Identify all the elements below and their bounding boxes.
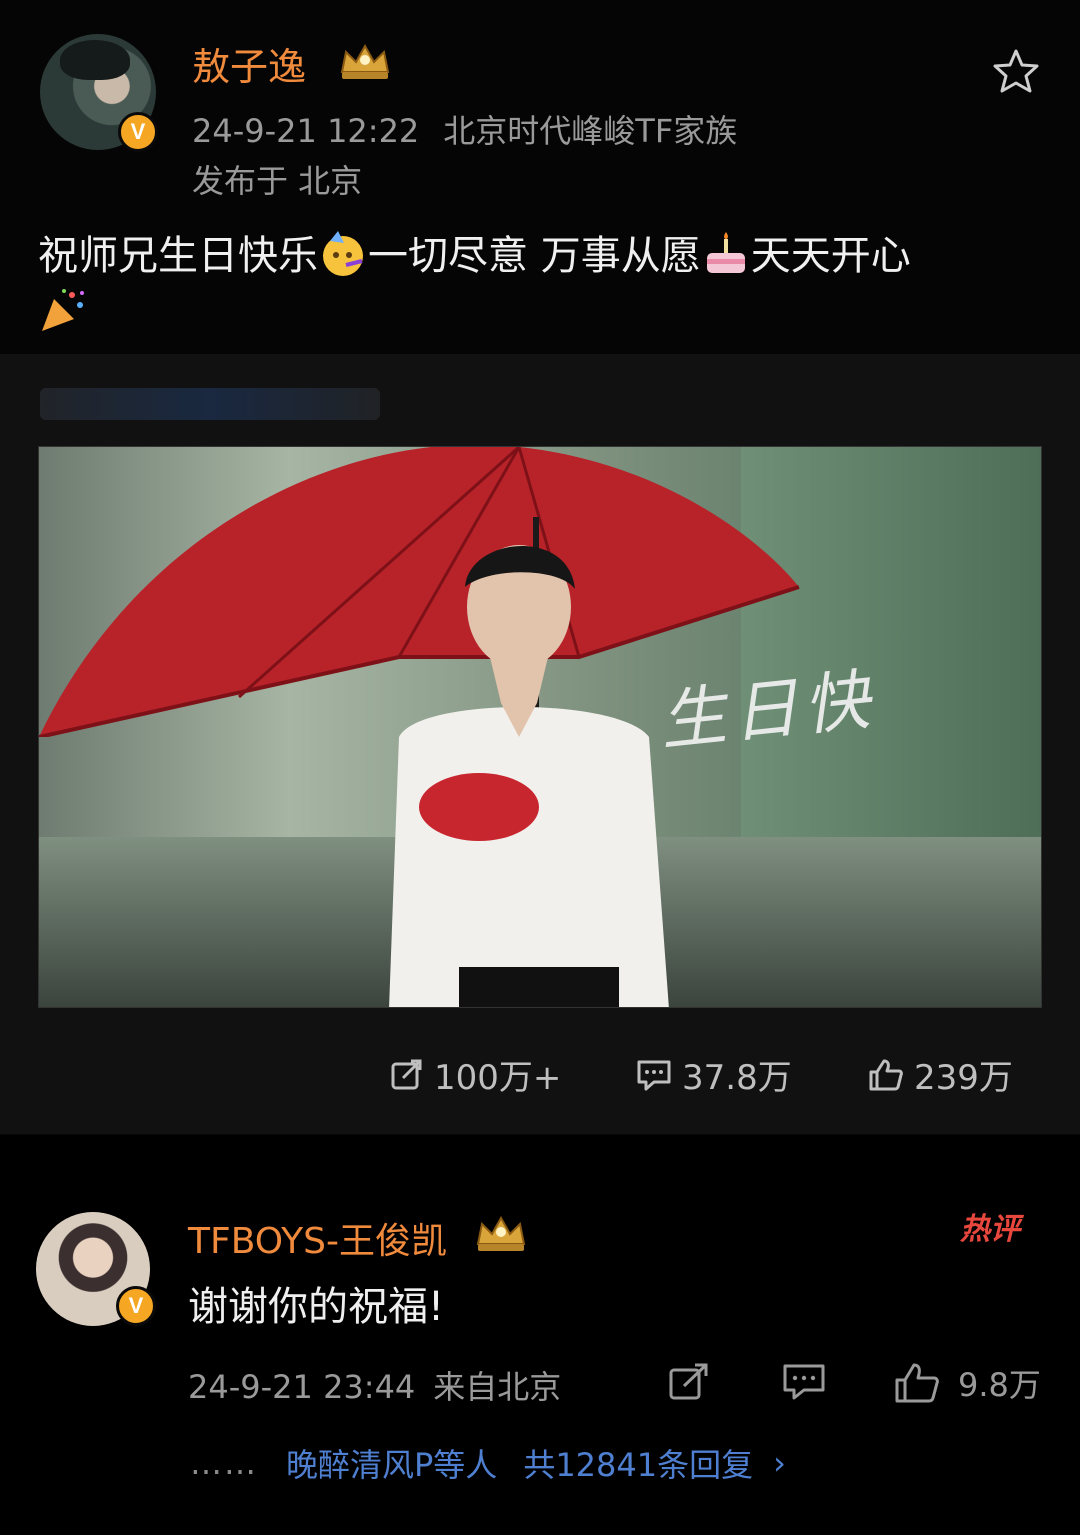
post-text: 祝师兄生日快乐 一切尽意 万事从愿 天天开心 bbox=[38, 228, 1048, 340]
post-location: 发布于 北京 bbox=[192, 162, 363, 200]
comment-count[interactable]: 37.8万 bbox=[636, 1050, 792, 1099]
comment-thumbs-up-icon bbox=[895, 1363, 939, 1403]
post-text-part1: 祝师兄生日快乐 bbox=[38, 233, 318, 279]
repost-count-label: 100万+ bbox=[434, 1058, 562, 1098]
favorite-star-icon[interactable] bbox=[990, 46, 1042, 98]
comment-timestamp: 24-9-21 23:44 bbox=[188, 1368, 416, 1406]
post-text-part3: 天天开心 bbox=[750, 233, 911, 279]
comment-share-icon[interactable] bbox=[668, 1362, 710, 1402]
comment-text: 谢谢你的祝福! bbox=[188, 1284, 445, 1330]
commenter-crown-level-icon bbox=[476, 1215, 526, 1251]
replies-dots: …… bbox=[190, 1444, 258, 1482]
post-source[interactable]: 北京时代峰峻TF家族 bbox=[443, 112, 737, 150]
comment-reply-icon[interactable] bbox=[782, 1362, 826, 1402]
blurred-repost-header bbox=[40, 388, 380, 420]
post-text-part2: 一切尽意 万事从愿 bbox=[368, 233, 701, 279]
chevron-right-icon: › bbox=[773, 1444, 786, 1482]
comment-like-button[interactable]: 9.8万 bbox=[894, 1360, 1041, 1406]
repost-icon bbox=[391, 1059, 422, 1089]
replies-count: 共12841条回复 bbox=[523, 1446, 754, 1484]
comment-like-count: 9.8万 bbox=[958, 1366, 1041, 1404]
post-image[interactable]: 生日快 bbox=[38, 446, 1042, 1008]
party-popper-emoji-icon bbox=[42, 289, 84, 331]
commenter-verified-badge-icon: V bbox=[116, 1286, 156, 1326]
party-face-emoji-icon bbox=[323, 231, 363, 276]
comment-source: 来自北京 bbox=[433, 1368, 562, 1406]
like-count[interactable]: 239万 bbox=[868, 1050, 1013, 1099]
replies-link[interactable]: …… 晚醉清风P等人 共12841条回复 › bbox=[190, 1440, 786, 1486]
birthday-cake-emoji-icon bbox=[706, 232, 745, 273]
comment-count-label: 37.8万 bbox=[682, 1058, 792, 1098]
post-timestamp: 24-9-21 12:22 bbox=[192, 112, 420, 150]
replies-users: 晚醉清风P等人 bbox=[286, 1446, 498, 1484]
verified-badge-icon: V bbox=[118, 112, 158, 152]
commenter-name[interactable]: TFBOYS-王俊凯 bbox=[188, 1212, 447, 1264]
like-count-label: 239万 bbox=[914, 1058, 1013, 1098]
author-name[interactable]: 敖子逸 bbox=[192, 36, 306, 91]
crown-level-icon bbox=[340, 43, 390, 79]
comment-icon bbox=[637, 1060, 671, 1090]
person-figure bbox=[389, 517, 669, 1007]
repost-count[interactable]: 100万+ bbox=[390, 1050, 561, 1099]
comment-meta: 24-9-21 23:44 来自北京 bbox=[188, 1362, 561, 1408]
thumbs-up-icon bbox=[869, 1059, 903, 1090]
post-meta: 24-9-21 12:22 北京时代峰峻TF家族 bbox=[192, 106, 737, 152]
hot-comment-badge: 热评 bbox=[960, 1212, 1020, 1247]
